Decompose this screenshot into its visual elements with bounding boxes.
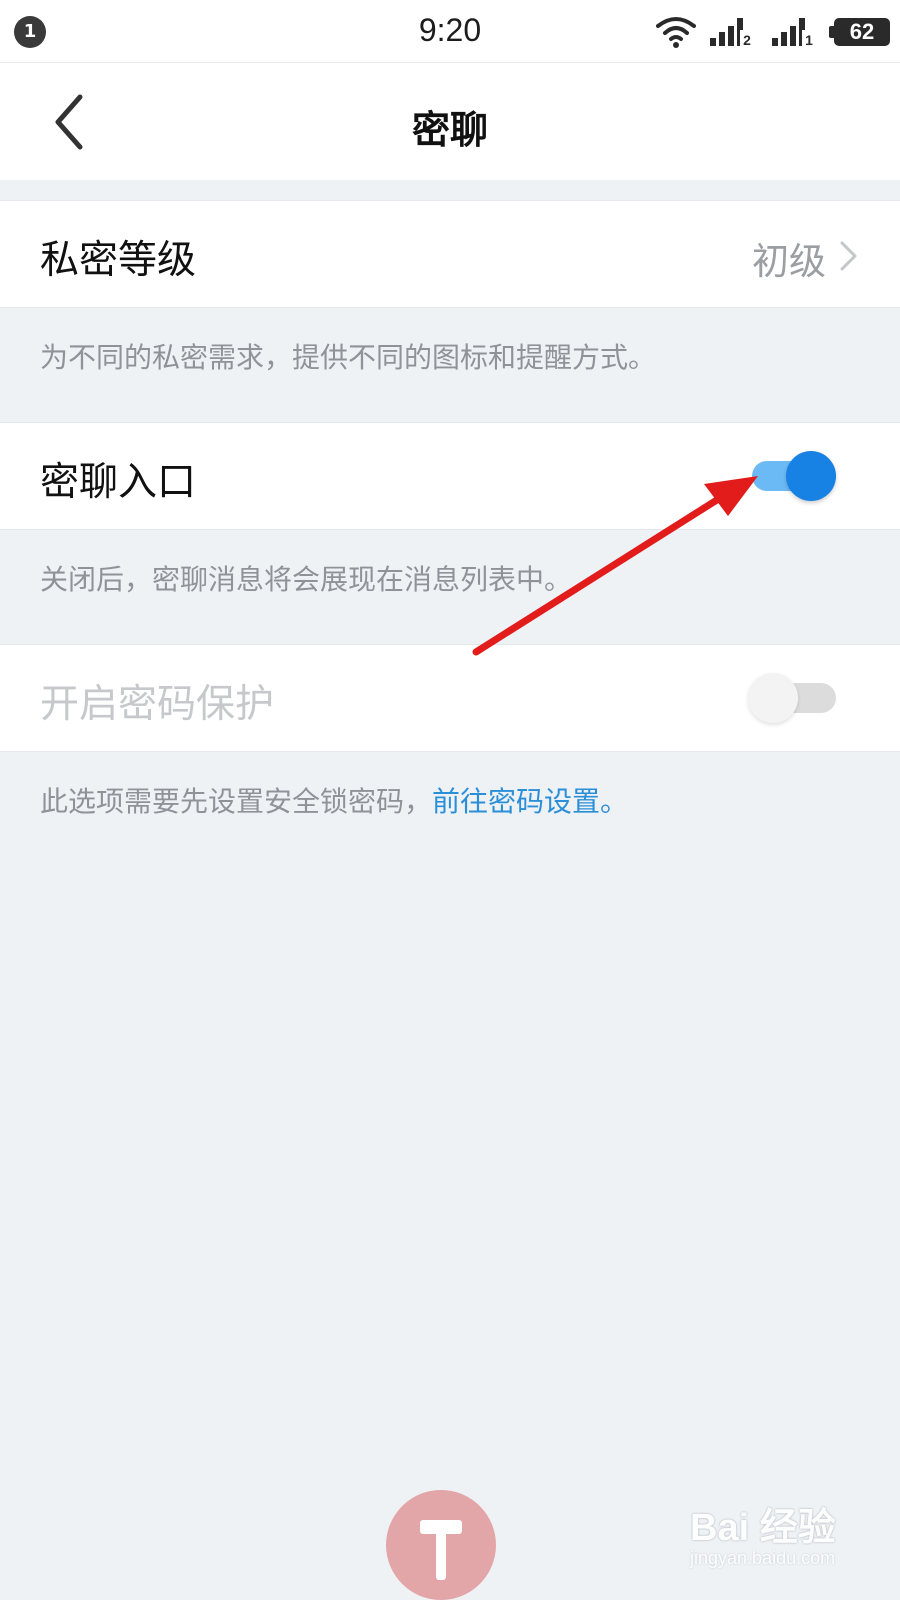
battery-icon: 62 bbox=[829, 18, 890, 46]
signal-sim1-icon: 1 bbox=[772, 18, 816, 48]
toggle-knob bbox=[748, 673, 798, 723]
privacy-level-value: 初级 bbox=[752, 240, 826, 283]
privacy-level-label: 私密等级 bbox=[40, 238, 197, 283]
wifi-icon bbox=[656, 17, 696, 48]
watermark-brand: Bai 经验 bbox=[690, 1507, 836, 1549]
secret-chat-entry-row: 密聊入口 bbox=[0, 422, 900, 530]
status-bar: 1 9:20 2 1 62 bbox=[0, 0, 900, 62]
privacy-level-hint: 为不同的私密需求，提供不同的图标和提醒方式。 bbox=[40, 341, 657, 374]
chevron-right-icon bbox=[840, 241, 857, 271]
status-time: 9:20 bbox=[418, 12, 482, 48]
page-title: 密聊 bbox=[411, 108, 488, 152]
watermark-site: jingyan.baidu.com bbox=[690, 1548, 836, 1568]
secret-chat-entry-hint: 关闭后，密聊消息将会展现在消息列表中。 bbox=[40, 563, 573, 596]
password-settings-link[interactable]: 前往密码设置。 bbox=[432, 785, 628, 818]
nav-bar: 密聊 bbox=[0, 62, 900, 180]
baidu-jingyan-watermark: Bai 经验 jingyan.baidu.com bbox=[690, 1496, 860, 1576]
privacy-level-row[interactable]: 私密等级 初级 bbox=[0, 200, 900, 308]
sim1-label: 1 bbox=[805, 32, 813, 48]
hammer-logo-icon bbox=[386, 1490, 496, 1600]
password-protect-hint-text: 此选项需要先设置安全锁密码， bbox=[40, 785, 433, 818]
toggle-knob bbox=[786, 451, 836, 501]
password-protect-row: 开启密码保护 bbox=[0, 644, 900, 752]
sim2-label: 2 bbox=[743, 32, 751, 48]
password-protect-label: 开启密码保护 bbox=[40, 682, 275, 727]
password-protect-hint: 此选项需要先设置安全锁密码，前往密码设置。 bbox=[40, 780, 628, 820]
signal-sim2-icon: 2 bbox=[710, 18, 754, 48]
secret-chat-entry-label: 密聊入口 bbox=[40, 460, 197, 505]
password-protect-toggle[interactable] bbox=[748, 671, 838, 725]
secret-chat-entry-toggle[interactable] bbox=[748, 449, 838, 503]
